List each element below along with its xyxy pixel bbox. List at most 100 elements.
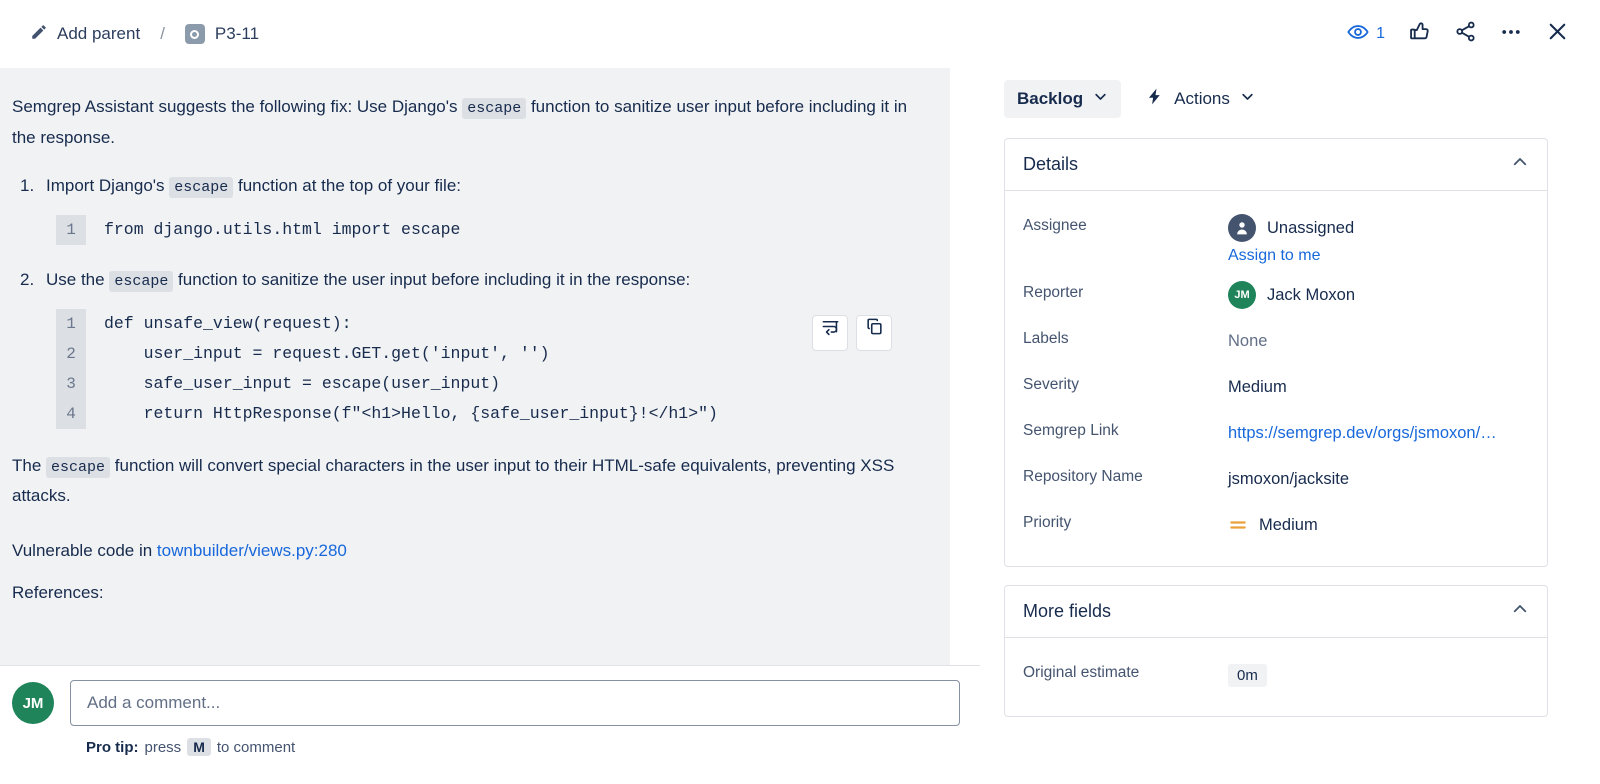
assignee-value[interactable]: Unassigned [1228, 214, 1354, 242]
field-label: Semgrep Link [1023, 417, 1228, 440]
like-button[interactable] [1399, 14, 1439, 54]
task-type-icon [185, 24, 205, 44]
step-text-pre: Import Django's [46, 176, 169, 195]
field-labels: Labels None [1023, 318, 1529, 364]
lightning-icon [1145, 87, 1164, 111]
field-severity: Severity Medium [1023, 364, 1529, 410]
field-label: Original estimate [1023, 659, 1228, 682]
comment-input[interactable] [70, 680, 960, 726]
field-reporter: Reporter JM Jack Moxon [1023, 272, 1529, 318]
inline-code-escape: escape [169, 177, 233, 198]
issue-sidebar: Backlog Actions Details Assignee [1004, 80, 1548, 735]
line-number: 2 [56, 339, 86, 369]
details-card: Details Assignee Unassigned Assi [1004, 138, 1548, 567]
severity-value[interactable]: Medium [1228, 371, 1529, 401]
more-fields-card: More fields Original estimate 0m [1004, 585, 1548, 717]
more-fields-card-header[interactable]: More fields [1005, 586, 1547, 638]
thumbs-up-icon [1408, 20, 1431, 48]
pro-tip-end: to comment [217, 739, 295, 756]
inline-code-escape: escape [109, 271, 173, 292]
copy-icon [865, 317, 884, 347]
code-block-import: 1 from django.utils.html import escape [56, 215, 926, 245]
details-card-header[interactable]: Details [1005, 139, 1547, 191]
reporter-name: Jack Moxon [1267, 286, 1355, 305]
assignee-block: Unassigned Assign to me [1228, 214, 1354, 265]
line-number: 1 [56, 215, 86, 245]
word-wrap-button[interactable] [812, 315, 848, 351]
line-number: 1 [56, 309, 86, 339]
inline-code-escape: escape [46, 457, 110, 478]
field-priority: Priority Medium [1023, 502, 1529, 548]
vulnerable-code-line: Vulnerable code in townbuilder/views.py:… [12, 541, 926, 561]
assign-to-me-link[interactable]: Assign to me [1228, 247, 1354, 265]
add-parent-button[interactable]: Add parent [24, 19, 146, 50]
assignee-name: Unassigned [1267, 219, 1354, 238]
close-button[interactable] [1537, 14, 1578, 54]
labels-value[interactable]: None [1228, 325, 1529, 355]
code-line: 3 safe_user_input = escape(user_input) [56, 369, 926, 399]
word-wrap-icon [821, 317, 840, 347]
avatar: JM [1228, 281, 1256, 309]
references-label: References: [12, 583, 926, 603]
details-title: Details [1023, 154, 1078, 175]
code-block-actions [812, 315, 892, 351]
repository-name-value[interactable]: jsmoxon/jacksite [1228, 463, 1529, 493]
field-assignee: Assignee Unassigned Assign to me [1023, 205, 1529, 272]
code-block-fix: 1 def unsafe_view(request): 2 user_input… [56, 309, 926, 429]
top-actions: 1 [1339, 14, 1578, 54]
close-icon [1545, 19, 1570, 49]
vulnerable-code-prefix: Vulnerable code in [12, 541, 157, 560]
line-number: 3 [56, 369, 86, 399]
breadcrumb-separator: / [160, 24, 165, 44]
more-actions-button[interactable] [1491, 14, 1531, 54]
chevron-up-icon[interactable] [1511, 153, 1529, 176]
intro-text-pre: Semgrep Assistant suggests the following… [12, 97, 462, 116]
priority-value: Medium [1259, 516, 1318, 535]
chevron-up-icon[interactable] [1511, 600, 1529, 623]
reporter-value[interactable]: JM Jack Moxon [1228, 279, 1529, 309]
top-bar: Add parent / P3-11 1 [0, 0, 1600, 68]
vulnerable-code-link[interactable]: townbuilder/views.py:280 [157, 541, 347, 560]
chevron-down-icon [1093, 89, 1108, 109]
list-item: Use the escape function to sanitize the … [12, 265, 926, 429]
status-dropdown[interactable]: Backlog [1004, 80, 1121, 118]
eye-icon [1347, 21, 1369, 48]
field-label: Severity [1023, 371, 1228, 394]
description-panel: Semgrep Assistant suggests the following… [0, 68, 950, 665]
priority-medium-icon [1228, 515, 1248, 535]
copy-button[interactable] [856, 315, 892, 351]
intro-paragraph: Semgrep Assistant suggests the following… [12, 92, 926, 153]
code-text: return HttpResponse(f"<h1>Hello, {safe_u… [86, 399, 718, 429]
pro-tip-key: M [187, 738, 211, 756]
fix-steps-list: Import Django's escape function at the t… [12, 171, 926, 429]
breadcrumb: Add parent / P3-11 [24, 19, 265, 50]
pencil-icon [30, 23, 48, 46]
code-line: 1 def unsafe_view(request): [56, 309, 926, 339]
share-icon [1454, 20, 1477, 48]
watch-button[interactable]: 1 [1339, 14, 1393, 54]
comment-row: JM [12, 680, 960, 726]
share-button[interactable] [1445, 14, 1485, 54]
semgrep-link[interactable]: https://semgrep.dev/orgs/jsmoxon/… [1228, 424, 1497, 443]
step-text-pre: Use the [46, 270, 109, 289]
field-label: Reporter [1023, 279, 1228, 302]
field-label: Repository Name [1023, 463, 1228, 486]
outro-paragraph: The escape function will convert special… [12, 451, 926, 512]
comment-bar: JM Pro tip: press M to comment [0, 665, 980, 784]
chevron-down-icon [1240, 89, 1255, 109]
avatar: JM [12, 682, 54, 724]
code-text: safe_user_input = escape(user_input) [86, 369, 500, 399]
field-semgrep-link: Semgrep Link https://semgrep.dev/orgs/js… [1023, 410, 1529, 456]
sidebar-toolbar: Backlog Actions [1004, 80, 1548, 118]
priority-value-row[interactable]: Medium [1228, 509, 1529, 539]
actions-label: Actions [1174, 89, 1230, 109]
breadcrumb-issue-link[interactable]: P3-11 [179, 20, 265, 48]
field-original-estimate: Original estimate 0m [1023, 652, 1529, 698]
more-fields-title: More fields [1023, 601, 1111, 622]
pro-tip: Pro tip: press M to comment [86, 738, 960, 756]
actions-dropdown[interactable]: Actions [1135, 80, 1265, 118]
inline-code-escape: escape [462, 98, 526, 119]
original-estimate-value[interactable]: 0m [1228, 664, 1267, 687]
field-label: Assignee [1023, 212, 1228, 235]
pro-tip-mid: press [145, 739, 182, 756]
